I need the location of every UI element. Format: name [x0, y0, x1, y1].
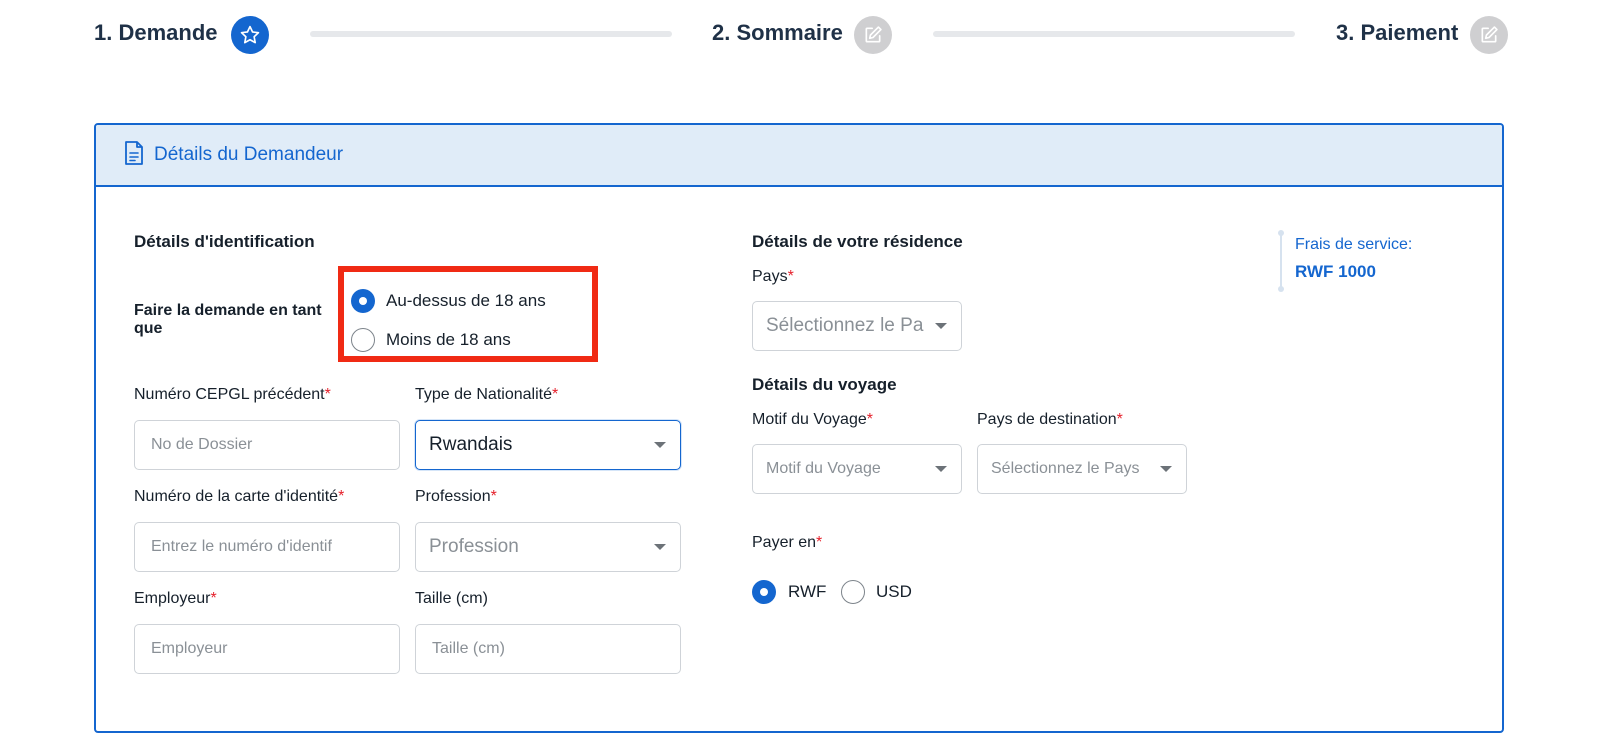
cepgl-input[interactable]: No de Dossier [134, 420, 400, 470]
radio-rwf-label[interactable]: RWF [788, 582, 826, 602]
fee-divider-bottom-dot [1278, 286, 1284, 292]
id-card-input[interactable]: Entrez le numéro d'identif [134, 522, 400, 572]
fee-label: Frais de service: [1295, 236, 1413, 253]
fee-divider-top-dot [1278, 230, 1284, 236]
travel-section-title: Détails du voyage [752, 375, 897, 394]
chevron-down-icon [935, 323, 947, 329]
chevron-down-icon [1160, 466, 1172, 472]
destination-placeholder: Sélectionnez le Pays [991, 460, 1140, 477]
chevron-down-icon [654, 442, 666, 448]
nationality-select[interactable]: Rwandais [415, 420, 681, 470]
identification-section-title: Détails d'identification [134, 232, 315, 251]
chevron-down-icon [654, 544, 666, 550]
radio-under-18-label[interactable]: Moins de 18 ans [386, 330, 511, 350]
radio-usd-label[interactable]: USD [876, 582, 912, 602]
profession-select[interactable]: Profession [415, 522, 681, 572]
step-3-edit-icon[interactable] [1470, 16, 1508, 54]
profession-label: Profession* [415, 488, 497, 505]
step-connector-2 [933, 31, 1295, 37]
country-placeholder: Sélectionnez le Pa [766, 315, 924, 336]
radio-usd[interactable] [841, 580, 865, 604]
step-connector-1 [310, 31, 672, 37]
travel-reason-placeholder: Motif du Voyage [766, 460, 881, 477]
pay-in-label: Payer en* [752, 534, 823, 551]
edit-icon [865, 26, 882, 43]
radio-rwf[interactable] [752, 580, 776, 604]
residence-section-title: Détails de votre résidence [752, 232, 963, 251]
step-1-star-icon[interactable] [231, 16, 269, 54]
fee-amount: RWF 1000 [1295, 262, 1376, 281]
star-icon [240, 25, 260, 44]
radio-above-18-label[interactable]: Au-dessus de 18 ans [386, 291, 546, 311]
nationality-value: Rwandais [429, 434, 513, 455]
height-label: Taille (cm) [415, 590, 488, 607]
radio-under-18[interactable] [351, 328, 375, 352]
apply-as-label: Faire la demande en tant que [134, 302, 322, 337]
step-1-label[interactable]: 1. Demande [94, 20, 218, 46]
destination-label: Pays de destination* [977, 411, 1123, 428]
chevron-down-icon [935, 466, 947, 472]
step-3-label[interactable]: 3. Paiement [1336, 20, 1458, 46]
country-label: Pays* [752, 268, 794, 285]
fee-divider [1280, 232, 1282, 290]
step-2-edit-icon[interactable] [854, 16, 892, 54]
edit-icon [1481, 26, 1498, 43]
profession-placeholder: Profession [429, 536, 519, 557]
card-title: Détails du Demandeur [154, 144, 344, 165]
id-card-label: Numéro de la carte d'identité* [134, 488, 345, 505]
radio-above-18[interactable] [351, 289, 375, 313]
card-header: Détails du Demandeur [96, 125, 1502, 187]
cepgl-label: Numéro CEPGL précédent* [134, 386, 331, 403]
document-icon [124, 141, 144, 170]
employer-input[interactable]: Employeur [134, 624, 400, 674]
travel-reason-label: Motif du Voyage* [752, 411, 873, 428]
destination-select[interactable]: Sélectionnez le Pays [977, 444, 1187, 494]
country-select[interactable]: Sélectionnez le Pa [752, 301, 962, 351]
nationality-label: Type de Nationalité* [415, 386, 559, 403]
step-2-label[interactable]: 2. Sommaire [712, 20, 843, 46]
height-input[interactable]: Taille (cm) [415, 624, 681, 674]
travel-reason-select[interactable]: Motif du Voyage [752, 444, 962, 494]
employer-label: Employeur* [134, 590, 217, 607]
